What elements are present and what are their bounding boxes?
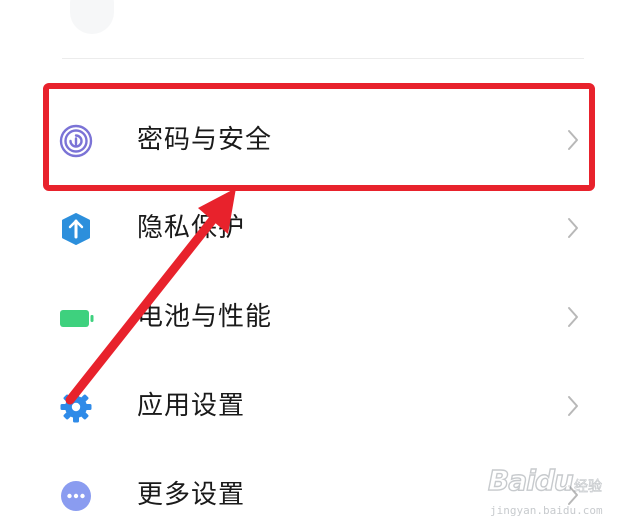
- settings-item-battery-performance[interactable]: 电池与性能: [0, 277, 635, 357]
- shield-icon: [59, 212, 93, 246]
- settings-item-label: 电池与性能: [137, 302, 273, 332]
- settings-screen: 密码与安全 隐私保护 电池与性能 应用设置 更多设置 Baidu 经验 jing…: [0, 0, 635, 532]
- watermark-domain: jingyan.baidu.com: [490, 504, 603, 517]
- watermark-sub: 经验: [574, 479, 603, 496]
- chevron-right-icon: [564, 216, 582, 240]
- gear-icon: [59, 390, 93, 424]
- battery-icon: [59, 301, 94, 335]
- settings-item-label: 应用设置: [137, 391, 246, 421]
- chevron-right-icon: [564, 394, 582, 418]
- settings-item-label: 更多设置: [137, 480, 246, 510]
- settings-item-privacy[interactable]: 隐私保护: [0, 188, 635, 268]
- settings-item-password-security[interactable]: 密码与安全: [0, 100, 635, 180]
- partial-item-icon: [70, 0, 114, 34]
- fingerprint-icon: [59, 124, 93, 158]
- baidu-jingyan-watermark: Baidu 经验 jingyan.baidu.com: [487, 462, 608, 522]
- more-dots-icon: [59, 479, 93, 513]
- settings-item-label: 密码与安全: [137, 125, 273, 155]
- settings-item-label: 隐私保护: [137, 213, 246, 243]
- watermark-brand: Baidu: [487, 463, 574, 497]
- section-divider: [62, 58, 584, 59]
- chevron-right-icon: [564, 305, 582, 329]
- settings-item-app-settings[interactable]: 应用设置: [0, 366, 635, 446]
- chevron-right-icon: [564, 128, 582, 152]
